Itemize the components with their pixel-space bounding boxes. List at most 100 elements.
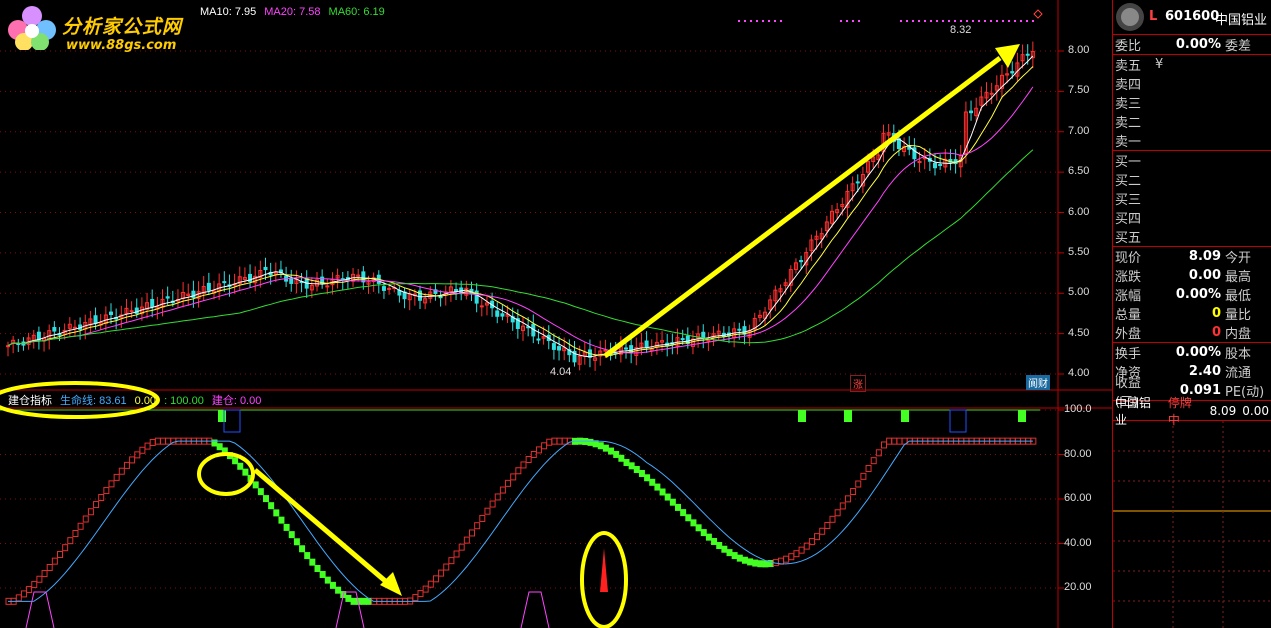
candle-body [624,347,628,350]
signal-dot [1002,20,1004,22]
indicator-step [149,438,156,446]
sell-level-4: 卖一 [1113,131,1271,150]
buy-level-4: 买五 [1113,227,1271,246]
indicator-step [129,456,136,464]
candle-body [93,315,98,324]
buy-level-0: 买一 [1113,151,1271,170]
stat-primary-0: 现价 8.09 今开 [1113,247,1271,266]
indicator-step [489,500,496,508]
indicator-step [814,533,821,541]
indicator-step [283,523,290,531]
candle-body [1010,71,1015,74]
price-axis-tick: 5.00 [1068,286,1090,299]
signal-dot [744,20,746,22]
signal-dot [774,20,776,22]
low-price-label: 4.04 [550,366,572,378]
indicator-step [216,443,223,451]
indicator-step [757,560,764,568]
indicator-step [675,503,681,511]
indicator-step [360,597,367,605]
flower-logo-icon [8,6,56,50]
indicator-axis-tick: 60.00 [1064,492,1092,504]
signal-dot [756,20,758,22]
sell-level-0: 卖五 ¥ [1113,55,1271,74]
indicator-step [597,442,604,450]
signal-dot [846,20,848,22]
signal-dot [966,20,968,22]
candle-body [222,281,227,284]
indicator-legend-item-4: 建仓: 0.00 [211,395,262,407]
indicator-step [103,487,110,495]
signal-dot [924,20,926,22]
candle-body [536,338,541,341]
indicator-step [412,594,419,602]
sell-level-label: 卖三 [1115,97,1142,112]
indicator-step [819,527,826,535]
buy-level-label: 买一 [1115,155,1142,170]
indicator-step [118,467,125,475]
indicator-step [644,474,651,482]
price-axis-tick: 6.50 [1068,165,1090,178]
candle-body [500,313,505,317]
indicator-step [57,551,63,559]
indicator-step [139,446,146,454]
indicator-step [237,462,244,470]
stat-primary-label: 现价 [1115,251,1142,266]
signal-dot [948,20,950,22]
ma5-line [7,55,1034,358]
ticker-row[interactable]: 中国铝业 停牌中 8.09 0.00 [1113,396,1271,427]
price-axis-tick: 8.00 [1068,44,1090,56]
indicator-step [93,501,100,509]
stat-primary-label: 涨跌 [1115,270,1142,285]
stock-code[interactable]: 601600 [1165,9,1219,24]
buy-level-label: 买三 [1115,193,1142,208]
indicator-legend-item-3: : 100.00 [164,395,204,407]
candle-body [381,286,386,291]
indicator-step [638,469,645,477]
sell-level-3: 卖二 [1113,112,1271,131]
zhang-marker[interactable]: 涨 [850,375,866,392]
candle-body [263,266,268,271]
indicator-arrow [253,468,392,587]
indicator-step [443,563,450,571]
indicator-axis-tick: 80.00 [1064,447,1092,460]
stock-header: L 601600 中国铝业 [1113,0,1271,35]
stat-primary-2: 涨幅 0.00% 最低 [1113,285,1271,304]
candle-body [855,181,860,184]
indicator-step [783,555,790,563]
candle-body [165,296,170,299]
main-chart[interactable]: 分析家公式网 www.88gs.com MA10: 7.95 MA20: 7.58… [0,0,1112,628]
indicator-step [659,488,666,496]
indicator-axis-tick: 40.00 [1064,536,1092,549]
ma-legend: MA10: 7.95 MA20: 7.58 MA60: 6.19 [200,6,393,18]
indicator-step [613,450,620,458]
candle-body [206,282,211,291]
signal-dot [900,20,902,22]
price-axis-tick: 5.50 [1068,245,1090,258]
indicator-step [824,521,831,529]
indicator-step [453,550,460,558]
chart-canvas[interactable] [0,0,1112,628]
indicator-step [319,570,326,578]
indicator-step [711,537,718,545]
indicator-axis-tick: 20.00 [1064,581,1092,593]
indicator-step [108,480,115,488]
moving-average-lines [7,55,1034,358]
indicator-step [896,437,903,445]
stock-name[interactable]: 中国铝业 [1215,9,1267,28]
caizhi-marker[interactable]: 阆财 [1026,375,1050,390]
indicator-arrow-head [380,572,402,596]
signal-dot [1014,20,1016,22]
indicator-legend-item-0: 建仓指标 [8,395,52,407]
indicator-step [87,508,94,516]
indicator-step [850,488,857,496]
indicator-step [484,507,491,515]
quote-panel: L 601600 中国铝业 委比 0.00% 委差 卖五 ¥ 卖四 卖三 卖二 卖一 买一… [1112,0,1271,628]
stat-primary-right: 最低 [1225,289,1252,304]
signal-dot [1020,20,1022,22]
indicator-step [350,597,357,605]
stat-primary-value: 0 [1211,325,1221,340]
indicator-step [263,495,269,503]
indicator-step [41,570,48,578]
candle-body [438,296,443,299]
